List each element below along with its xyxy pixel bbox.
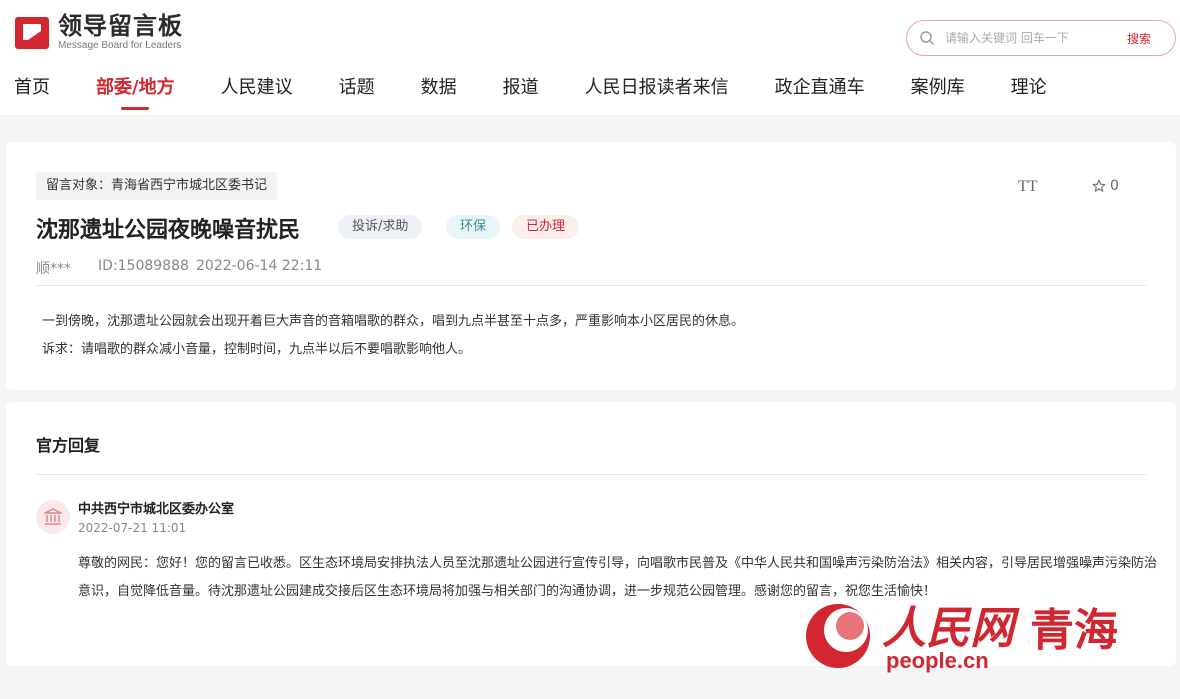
logo-title: 领导留言板 <box>58 12 183 40</box>
government-building-icon <box>36 500 70 534</box>
font-size-icon[interactable]: TT <box>1018 178 1038 196</box>
nav-home[interactable]: 首页 <box>14 74 50 112</box>
nav-topics[interactable]: 话题 <box>339 74 375 112</box>
nav-people-suggestions[interactable]: 人民建议 <box>221 74 293 112</box>
watermark-url: people.cn <box>886 648 989 673</box>
nav-reports[interactable]: 报道 <box>503 74 539 112</box>
nav-ministries-local[interactable]: 部委/地方 <box>96 74 175 112</box>
logo-subtitle: Message Board for Leaders <box>58 40 182 51</box>
nav-readers-letters[interactable]: 人民日报读者来信 <box>585 74 729 112</box>
main-nav: 首页 部委/地方 人民建议 话题 数据 报道 人民日报读者来信 政企直通车 案例… <box>0 74 1047 114</box>
favorite-count: 0 <box>1110 178 1119 194</box>
category-badge: 投诉/求助 <box>338 215 423 239</box>
reply-time: 2022-07-21 11:01 <box>78 521 187 535</box>
watermark-brand: 人民网 <box>882 603 1014 654</box>
nav-business-express[interactable]: 政企直通车 <box>775 74 865 112</box>
watermark-region: 青海 <box>1030 605 1118 656</box>
message-target: 留言对象：青海省西宁市城北区委书记 <box>36 172 278 200</box>
message-time: 2022-06-14 22:11 <box>196 258 323 274</box>
logo-icon <box>14 13 52 51</box>
search-box: 搜索 <box>906 20 1176 56</box>
message-meta: 顺*** ID:15089888 2022-06-14 22:11 <box>36 258 322 278</box>
message-card: 留言对象：青海省西宁市城北区委书记 TT 0 沈那遗址公园夜晚噪音扰民 投诉/求… <box>6 142 1176 390</box>
divider <box>36 474 1146 475</box>
nav-case-library[interactable]: 案例库 <box>911 74 965 112</box>
people-cn-logo-icon <box>806 604 870 668</box>
status-badge: 已办理 <box>512 215 580 239</box>
reply-org-name: 中共西宁市城北区委办公室 <box>78 502 235 517</box>
star-icon <box>1092 179 1106 192</box>
favorite-button[interactable]: 0 <box>1092 178 1119 194</box>
message-user: 顺*** <box>36 261 71 277</box>
nav-data[interactable]: 数据 <box>421 74 457 112</box>
reply-section-title: 官方回复 <box>36 436 101 455</box>
search-icon <box>920 31 935 46</box>
message-paragraph: 一到傍晚，沈那遗址公园就会出现开着巨大声音的音箱唱歌的群众，唱到九点半甚至十点多… <box>42 314 745 329</box>
message-title: 沈那遗址公园夜晚噪音扰民 <box>36 218 301 243</box>
people-cn-watermark: 人民网 青海 people.cn <box>800 590 1180 699</box>
message-request: 诉求：请唱歌的群众减小音量，控制时间，九点半以后不要唱歌影响他人。 <box>42 342 472 357</box>
site-header: 领导留言板 Message Board for Leaders 搜索 首页 部委… <box>0 0 1180 115</box>
search-button[interactable]: 搜索 <box>1127 30 1151 47</box>
nav-theory[interactable]: 理论 <box>1011 74 1047 112</box>
message-id: ID:15089888 <box>98 258 189 274</box>
field-badge: 环保 <box>446 215 501 239</box>
search-input[interactable] <box>945 31 1115 45</box>
divider <box>36 285 1146 286</box>
site-logo[interactable]: 领导留言板 Message Board for Leaders <box>14 12 183 52</box>
message-content: 一到傍晚，沈那遗址公园就会出现开着巨大声音的音箱唱歌的群众，唱到九点半甚至十点多… <box>42 308 1142 364</box>
